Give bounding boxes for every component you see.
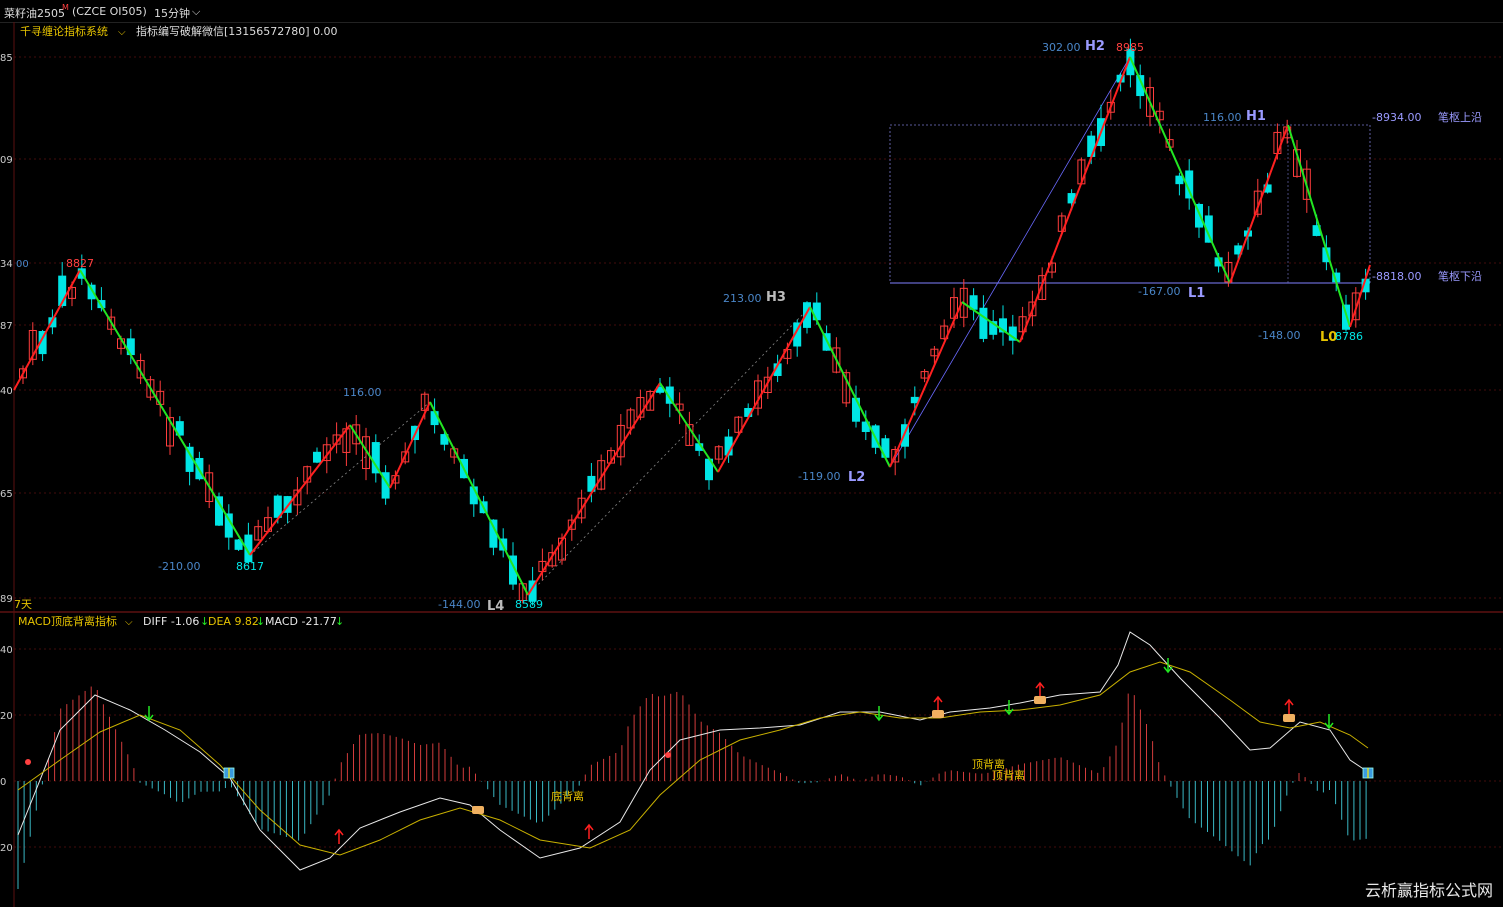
macd-histogram xyxy=(17,686,1367,889)
candle-body-down xyxy=(215,496,223,526)
y-tick-label: 00 xyxy=(16,259,29,270)
candle-body-down xyxy=(126,338,135,356)
period-footer: 7天 xyxy=(14,598,32,611)
flower-icon xyxy=(665,752,671,758)
chart-canvas[interactable]: 85 09 34 87 40 65 89 00 千寻缠论指标系统 ⌵ 指标编写破解微信[131… xyxy=(0,0,1503,907)
guide-line xyxy=(249,401,431,556)
up-stroke xyxy=(889,301,963,468)
y-tick-label: 40 xyxy=(0,386,13,397)
candle-body-down xyxy=(1087,135,1096,157)
pivot-8985: 8985 xyxy=(1116,41,1144,54)
macd-y-tick: 40 xyxy=(0,645,13,656)
chevron-down-icon[interactable]: ⌵ xyxy=(125,617,133,628)
y-tick-label: 87 xyxy=(0,321,13,332)
main-grid xyxy=(14,56,1503,599)
y-tick-label: 89 xyxy=(0,594,13,605)
y-tick-label: 85 xyxy=(0,53,13,64)
y-tick-label: 65 xyxy=(0,489,13,500)
down-stroke xyxy=(79,269,251,556)
candle-body-down xyxy=(881,438,890,458)
pivot-minus167: -167.00 xyxy=(1138,285,1180,298)
candle-body-down xyxy=(313,451,321,463)
chevron-down-icon[interactable]: ⌵ xyxy=(118,27,126,38)
indicator-name[interactable]: 千寻缠论指标系统 xyxy=(20,24,108,38)
down-stroke xyxy=(809,306,891,468)
macd-value: MACD -21.77 xyxy=(265,615,337,628)
pivot-minus144: -144.00 xyxy=(438,598,480,611)
pivot-116b: 116.00 xyxy=(1203,111,1242,124)
pivot-minus148: -148.00 xyxy=(1258,329,1300,342)
pivot-L1: L1 xyxy=(1188,286,1205,301)
up-stroke xyxy=(1019,56,1131,343)
thumb-icon xyxy=(1034,696,1046,704)
pivot-116a: 116.00 xyxy=(343,386,382,399)
macd-signals xyxy=(25,658,1374,844)
macd-arrow: ↓ xyxy=(335,615,344,628)
down-stroke xyxy=(659,382,719,473)
pivot-8589: 8589 xyxy=(515,598,543,611)
candlesticks xyxy=(19,38,1370,606)
candle-body-down xyxy=(812,302,821,321)
pivot-213: 213.00 xyxy=(723,292,762,305)
watermark: 云析赢指标公式网 xyxy=(1364,881,1493,900)
box-top-value: -8934.00 xyxy=(1372,111,1421,124)
macd-grid xyxy=(14,648,1503,848)
up-stroke xyxy=(527,382,661,596)
candle-body-down xyxy=(87,284,96,300)
divergence-label: 顶背离 xyxy=(992,768,1025,782)
down-stroke xyxy=(1129,56,1231,284)
guide-line xyxy=(527,306,811,596)
diff-value: DIFF -1.06 xyxy=(143,615,199,628)
pivot-minus119: -119.00 xyxy=(798,470,840,483)
up-stroke xyxy=(249,424,351,556)
pivot-L2: L2 xyxy=(848,470,865,485)
macd-y-tick: 20 xyxy=(0,711,13,722)
down-stroke xyxy=(961,301,1021,343)
thumb-icon xyxy=(472,806,484,814)
dea-value: DEA 9.82 xyxy=(208,615,259,628)
pivot-H2: H2 xyxy=(1085,39,1105,54)
thumb-icon xyxy=(1283,714,1295,722)
up-stroke xyxy=(717,306,811,473)
box-bottom-value: -8818.00 xyxy=(1372,270,1421,283)
candle-body-down xyxy=(852,397,860,422)
y-tick-label: 34 xyxy=(0,259,13,270)
dea-arrow: ↓ xyxy=(256,615,265,628)
thumb-icon xyxy=(932,710,944,718)
macd-y-ticks: 40 20 0 20 xyxy=(0,645,13,854)
up-stroke xyxy=(13,269,81,391)
candle-body-down xyxy=(979,307,988,339)
pivot-H3: H3 xyxy=(766,290,786,305)
guide-line xyxy=(889,56,1131,468)
pivot-8617: 8617 xyxy=(236,560,264,573)
flower-icon xyxy=(25,759,31,765)
macd-y-tick: 20 xyxy=(0,843,13,854)
candle-body-down xyxy=(803,302,811,328)
up-stroke xyxy=(389,401,431,489)
pivot-L4: L4 xyxy=(487,599,504,614)
pivot-box xyxy=(889,124,1371,284)
pivot-302: 302.00 xyxy=(1042,41,1081,54)
down-stroke xyxy=(429,401,529,596)
macd-y-tick: 0 xyxy=(0,777,6,788)
indicator-desc: 指标编写破解微信[13156572780] 0.00 xyxy=(136,24,338,38)
y-tick-label: 09 xyxy=(0,155,13,166)
dea-line xyxy=(17,661,1369,856)
down-stroke xyxy=(349,424,391,489)
pivot-H1: H1 xyxy=(1246,109,1266,124)
up-stroke xyxy=(1229,124,1289,284)
box-top-name: 笔枢上沿 xyxy=(1438,110,1482,124)
pivot-8786: 8786 xyxy=(1335,330,1363,343)
macd-title[interactable]: MACD顶底背离指标 xyxy=(18,614,117,628)
pivot-8827: 8827 xyxy=(66,257,94,270)
up-stroke xyxy=(1349,264,1371,328)
box-bottom-name: 笔枢下沿 xyxy=(1438,269,1482,283)
divergence-label: 底背离 xyxy=(551,789,584,803)
pivot-minus210: -210.00 xyxy=(158,560,200,573)
down-stroke xyxy=(1287,124,1351,328)
